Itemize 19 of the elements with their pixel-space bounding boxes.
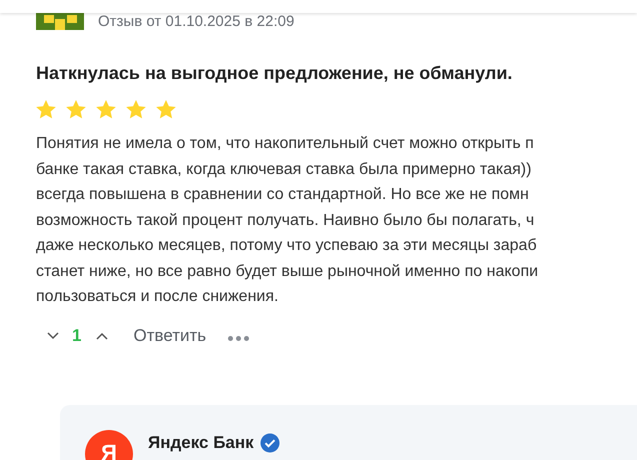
vote-count: 1 [72,324,82,347]
bank-name: Яндекс Банк [148,432,254,454]
review-text-line: пользоваться и после снижения. [36,287,278,307]
logo-letter: Я [101,439,117,460]
more-options-icon[interactable] [228,336,250,341]
review-text-line: Понятия не имела о том, что накопительный счет можно открыть п [36,134,534,154]
star-icon [66,100,86,119]
star-icon [36,100,56,119]
review-title: Наткнулась на выгодное предложение, не обманули. [36,62,514,85]
review-text-line: возможность такой процент получать. Наивно было бы полагать, ч [36,210,534,230]
star-icon [126,100,146,119]
review-text-line: банке такая ставка, когда ключевая ставка была примерно такая)) [36,160,532,180]
reply-button[interactable]: Ответить [133,322,206,348]
star-icon [96,100,116,119]
star-icon [156,100,176,119]
review-text-line: всегда повышена в сравнении со стандартной. Но все же не помн [36,185,529,205]
review-text-line: станет ниже, но все равно будет выше рыночной именно по накопи [36,262,538,282]
review-date: Отзыв от 01.10.2025 в 22:09 [98,14,294,30]
review-text-line: даже несколько месяцев, потому что успеваю за эти месяцы зараб [36,236,537,256]
